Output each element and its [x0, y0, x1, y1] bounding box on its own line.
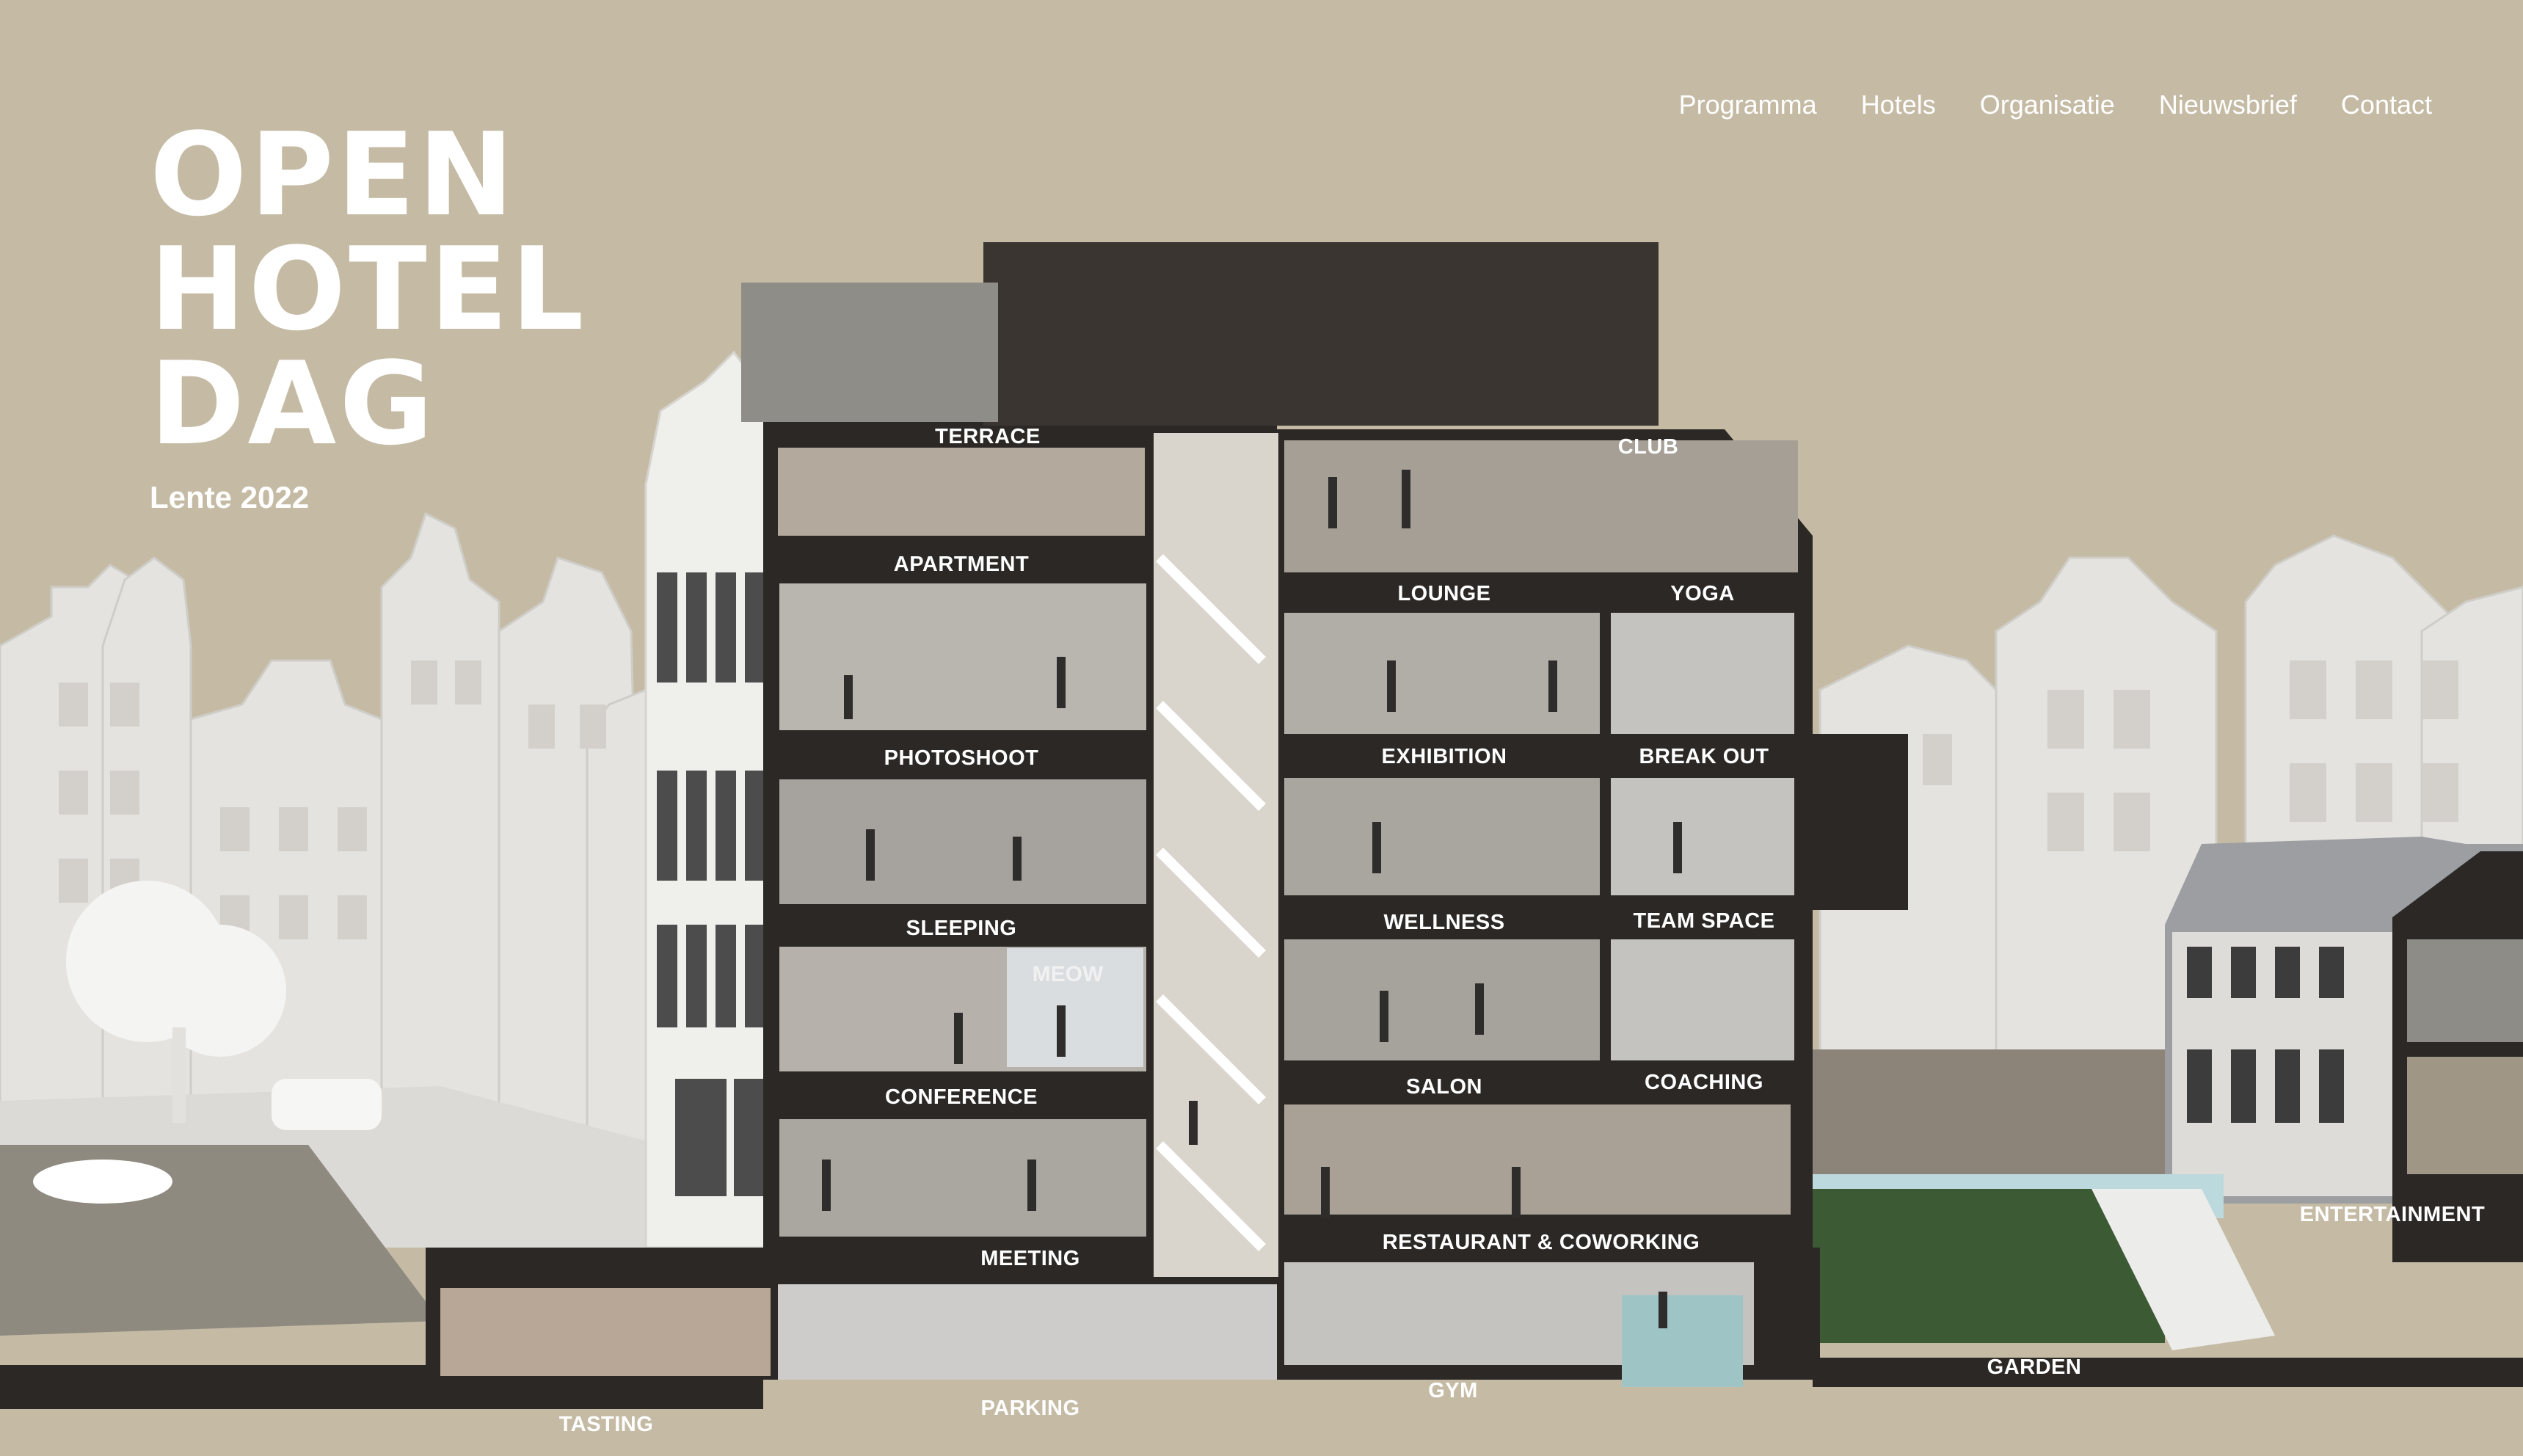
- room-label-meeting[interactable]: MEETING: [980, 1247, 1080, 1270]
- room-label-coaching[interactable]: COACHING: [1645, 1071, 1763, 1094]
- room-label-terrace[interactable]: TERRACE: [935, 425, 1041, 448]
- room-label-tasting[interactable]: TASTING: [559, 1413, 654, 1436]
- logo-word-dag: DAG: [150, 337, 437, 470]
- room-label-photoshoot[interactable]: PHOTOSHOOT: [884, 746, 1039, 770]
- room-label-entertainment[interactable]: ENTERTAINMENT: [2300, 1203, 2485, 1226]
- main-navigation: Programma Hotels Organisatie Nieuwsbrief…: [1679, 90, 2432, 120]
- room-label-gym[interactable]: GYM: [1428, 1379, 1478, 1402]
- nav-link-hotels[interactable]: Hotels: [1861, 90, 1936, 120]
- room-label-team-space[interactable]: TEAM SPACE: [1634, 909, 1775, 933]
- nav-link-organisatie[interactable]: Organisatie: [1980, 90, 2115, 120]
- room-label-club[interactable]: CLUB: [1618, 435, 1679, 459]
- room-label-exhibition[interactable]: EXHIBITION: [1382, 745, 1507, 768]
- nav-link-programma[interactable]: Programma: [1679, 90, 1817, 120]
- nav-link-nieuwsbrief[interactable]: Nieuwsbrief: [2159, 90, 2297, 120]
- nav-link-contact[interactable]: Contact: [2341, 90, 2432, 120]
- room-label-break-out[interactable]: BREAK OUT: [1639, 745, 1769, 768]
- room-label-parking[interactable]: PARKING: [980, 1397, 1080, 1420]
- logo-word-hotel: HOTEL: [150, 222, 587, 356]
- room-label-conference[interactable]: CONFERENCE: [885, 1085, 1038, 1109]
- page: MEOW TERRACE CLUB APARTMENT LOUNGE YOGA …: [0, 0, 2523, 1456]
- room-label-sleeping[interactable]: SLEEPING: [906, 917, 1017, 940]
- room-label-apartment[interactable]: APARTMENT: [894, 553, 1029, 576]
- room-label-restaurant-coworking[interactable]: RESTAURANT & COWORKING: [1383, 1231, 1700, 1254]
- room-label-lounge[interactable]: LOUNGE: [1397, 582, 1490, 605]
- room-label-wellness[interactable]: WELLNESS: [1383, 911, 1504, 934]
- site-logo[interactable]: OPEN HOTEL DAG Lente 2022: [150, 117, 587, 515]
- room-label-yoga[interactable]: YOGA: [1670, 582, 1734, 605]
- room-label-salon[interactable]: SALON: [1406, 1075, 1482, 1099]
- edition-subtitle: Lente 2022: [150, 480, 310, 514]
- room-label-garden[interactable]: GARDEN: [1987, 1355, 2082, 1379]
- conference-screen-text: MEOW: [1033, 962, 1104, 986]
- stair-core: [1154, 433, 1278, 1277]
- logo-word-open: OPEN: [150, 108, 517, 241]
